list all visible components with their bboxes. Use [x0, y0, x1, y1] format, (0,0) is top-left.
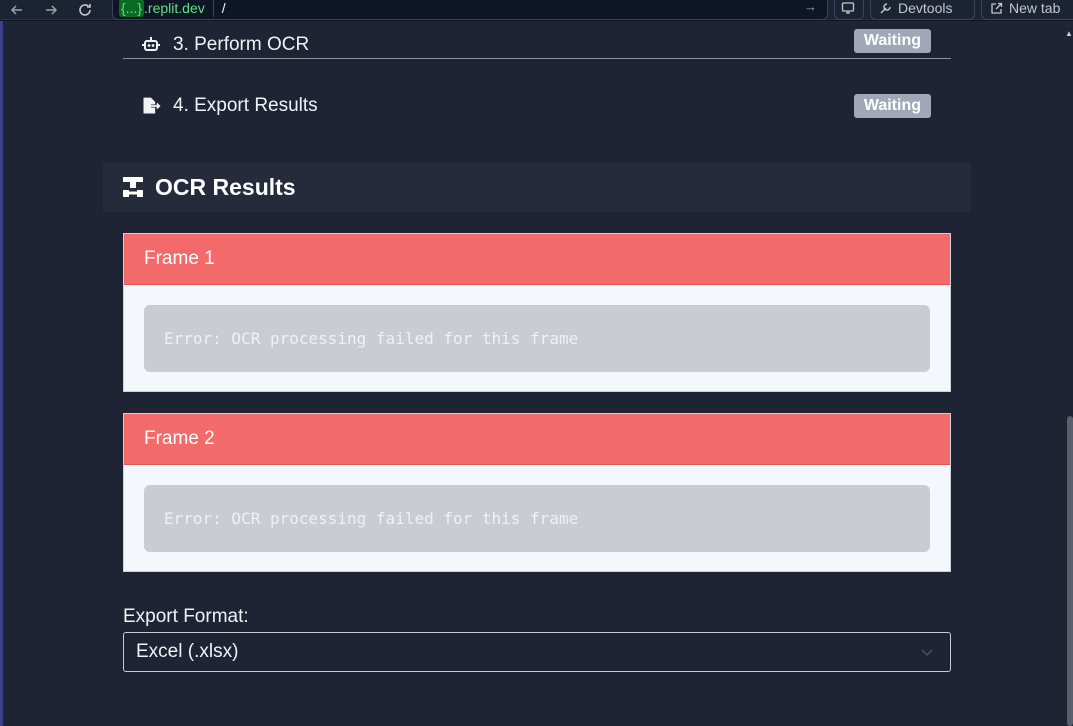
devtools-label: Devtools — [898, 0, 953, 16]
file-export-icon — [141, 95, 161, 117]
export-format-select[interactable]: Excel (.xlsx) — [123, 632, 951, 672]
step-label: 4. Export Results — [173, 95, 318, 116]
browser-toolbar: {...} .replit.dev / → Devtools New tab — [0, 0, 1073, 20]
step-label: 3. Perform OCR — [173, 33, 310, 55]
frame-card: Frame 1 Error: OCR processing failed for… — [123, 233, 951, 392]
frame-title: Frame 2 — [124, 414, 950, 465]
export-format-label: Export Format: — [123, 606, 249, 627]
page-title: OCR Results — [155, 173, 296, 200]
scroll-up-icon[interactable]: ▲ — [1065, 29, 1073, 38]
back-icon[interactable] — [0, 0, 34, 20]
url-badge: {...} — [119, 0, 145, 17]
forward-icon[interactable] — [34, 0, 68, 20]
frame-body: Error: OCR processing failed for this fr… — [124, 285, 950, 392]
app-content: 3. Perform OCR Waiting 4. Export Results… — [0, 21, 1065, 726]
url-path: / — [221, 0, 226, 16]
new-tab-button[interactable]: New tab — [981, 0, 1073, 20]
wrench-icon — [880, 2, 891, 13]
status-badge: Waiting — [853, 94, 931, 118]
chevron-down-icon — [920, 643, 934, 665]
external-link-icon — [991, 2, 1003, 14]
screen-button[interactable] — [834, 0, 864, 20]
selected-format: Excel (.xlsx) — [136, 641, 239, 662]
url-host: .replit.dev — [144, 0, 205, 16]
frame-body: Error: OCR processing failed for this fr… — [124, 465, 950, 572]
robot-icon — [141, 36, 161, 54]
url-divider — [212, 0, 214, 17]
frame-title: Frame 1 — [124, 234, 950, 285]
reload-icon[interactable] — [68, 0, 102, 20]
scrollbar[interactable]: ▲ — [1065, 21, 1073, 726]
ocr-results-header: OCR Results — [103, 162, 971, 212]
step-perform-ocr: 3. Perform OCR Waiting — [123, 29, 951, 59]
frame-card: Frame 2 Error: OCR processing failed for… — [123, 413, 951, 572]
scrollbar-thumb[interactable] — [1067, 416, 1073, 726]
error-message: Error: OCR processing failed for this fr… — [144, 485, 930, 552]
devtools-button[interactable]: Devtools — [870, 0, 975, 20]
url-bar[interactable]: {...} .replit.dev / → — [112, 0, 828, 20]
status-badge: Waiting — [853, 29, 931, 53]
new-tab-label: New tab — [1009, 0, 1061, 16]
go-arrow-icon[interactable]: → — [804, 0, 817, 14]
monitor-icon — [841, 2, 855, 14]
error-message: Error: OCR processing failed for this fr… — [144, 305, 930, 372]
text-recognition-icon — [121, 175, 145, 199]
step-export-results: 4. Export Results Waiting — [123, 81, 951, 131]
